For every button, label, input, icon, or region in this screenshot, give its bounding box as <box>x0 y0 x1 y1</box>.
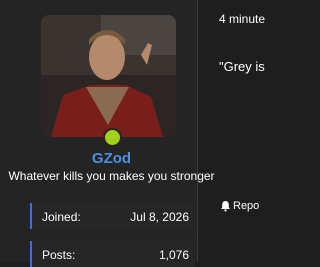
stat-value: 1,076 <box>158 248 189 262</box>
panel-divider <box>197 0 198 262</box>
post-timestamp[interactable]: 4 minute <box>219 12 265 26</box>
bell-icon <box>220 200 231 212</box>
stat-row-joined: Joined: Jul 8, 2026 <box>30 203 195 229</box>
stat-label: Posts: <box>42 248 76 262</box>
report-label: Repo <box>233 200 260 212</box>
stat-row-posts: Posts: 1,076 <box>30 241 195 267</box>
avatar[interactable] <box>41 15 176 137</box>
post-body: "Grey is <box>219 59 265 74</box>
stat-value: Jul 8, 2026 <box>130 210 189 224</box>
user-stats: Joined: Jul 8, 2026 Posts: 1,076 <box>30 203 195 267</box>
stat-label: Joined: <box>42 210 81 224</box>
username[interactable]: GZod <box>0 150 223 167</box>
report-button[interactable]: Repo <box>220 200 259 212</box>
avatar-image <box>41 15 176 137</box>
user-tagline: Whatever kills you makes you stronger <box>8 169 215 183</box>
online-status-dot <box>103 128 122 147</box>
